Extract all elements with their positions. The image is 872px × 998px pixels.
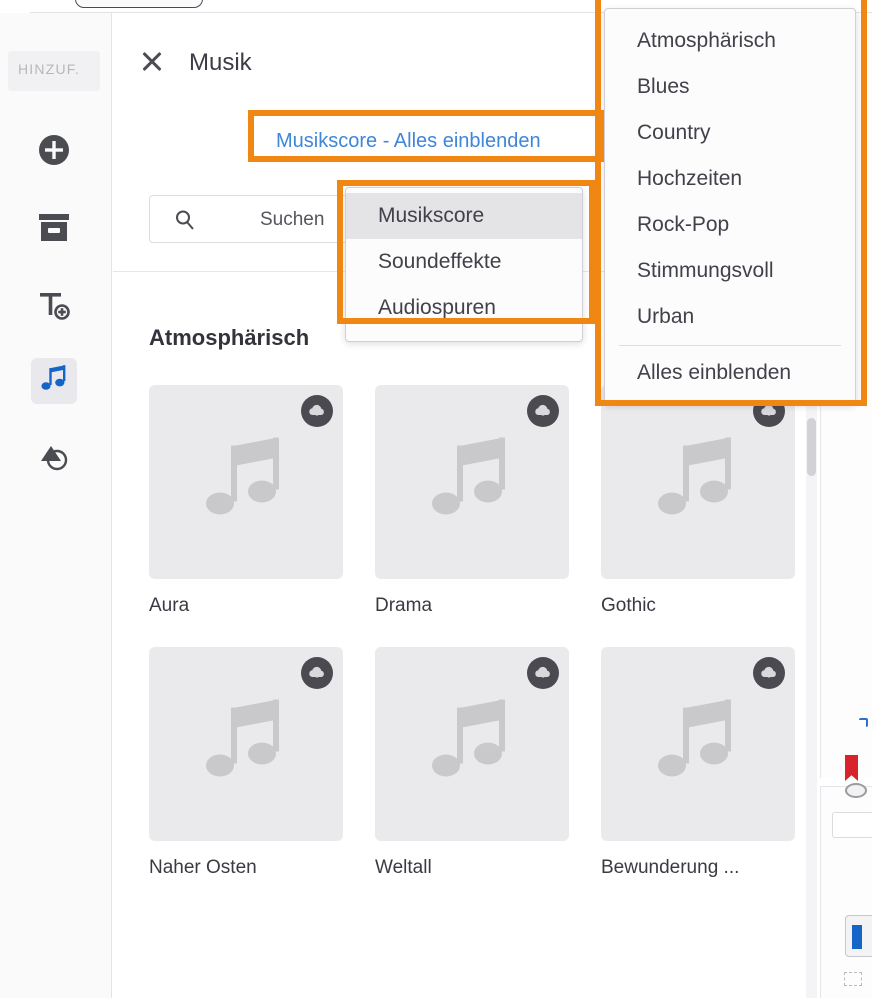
music-note-icon [650,694,746,795]
music-tile[interactable]: Naher Osten [149,647,343,879]
media-type-dropdown: Musikscore Soundeffekte Audiospuren [345,187,583,342]
background-playhead-button [845,915,872,957]
tile-thumbnail[interactable] [375,647,569,841]
music-note-icon [198,694,294,795]
music-tile[interactable]: Bewunderung ... [601,647,795,879]
menu-item-atmospharisch[interactable]: Atmosphärisch [605,18,855,64]
menu-item-country[interactable]: Country [605,110,855,156]
menu-item-blues[interactable]: Blues [605,64,855,110]
sidebar-add-label: HINZUF. [18,61,81,77]
music-tile[interactable]: Weltall [375,647,569,879]
menu-item-alles-einblenden[interactable]: Alles einblenden [605,350,855,396]
sidebar-item-media[interactable] [31,207,77,253]
music-tile-grid: Aura Drama Gothic Naher Osten Weltall Be… [149,385,809,909]
music-tile[interactable]: Gothic [601,385,795,617]
sidebar-item-text[interactable] [31,284,77,330]
cloud-download-icon[interactable] [301,395,333,427]
menu-item-soundeffekte[interactable]: Soundeffekte [346,239,582,285]
menu-item-musikscore[interactable]: Musikscore [346,193,582,239]
sidebar-item-transitions[interactable] [31,436,77,482]
tile-row: Naher Osten Weltall Bewunderung ... [149,647,809,879]
tile-thumbnail[interactable] [149,647,343,841]
cloud-download-icon[interactable] [527,395,559,427]
search-placeholder: Suchen [260,209,325,230]
tile-thumbnail[interactable] [601,647,795,841]
music-tile[interactable]: Aura [149,385,343,617]
tile-label: Aura [149,595,190,616]
app-window: HINZUF. Musik Musikscore - Alles einblen… [0,0,872,998]
left-icon-rail: HINZUF. [0,13,112,998]
cloud-download-icon[interactable] [753,657,785,689]
tile-label: Naher Osten [149,857,257,878]
music-note-icon [39,364,69,399]
sidebar-item-music[interactable] [31,358,77,404]
menu-separator [619,345,841,346]
cloud-download-icon[interactable] [527,657,559,689]
menu-item-hochzeiten[interactable]: Hochzeiten [605,156,855,202]
background-dashed-box [844,972,862,986]
music-note-icon [424,432,520,533]
tile-label: Gothic [601,595,656,616]
menu-item-urban[interactable]: Urban [605,294,855,340]
close-icon[interactable] [139,48,165,74]
menu-item-audiospuren[interactable]: Audiospuren [346,285,582,331]
menu-item-rock-pop[interactable]: Rock-Pop [605,202,855,248]
section-title: Atmosphärisch [149,325,310,350]
sidebar-item-add[interactable] [31,129,77,175]
category-dropdown: Atmosphärisch Blues Country Hochzeiten R… [604,8,856,405]
tile-thumbnail[interactable] [149,385,343,579]
cloud-download-icon[interactable] [301,657,333,689]
background-blue-marker-icon [859,718,868,727]
background-input-field [832,812,872,838]
page-title: Musik [189,49,252,76]
background-oval-icon [845,783,867,798]
tile-label: Bewunderung ... [601,857,740,878]
sidebar-add-label-chip: HINZUF. [8,51,100,91]
breadcrumb-filter-link[interactable]: Musikscore - Alles einblenden [276,130,594,153]
archive-box-icon [37,213,71,248]
transition-icon [38,443,70,476]
tile-label: Drama [375,595,433,616]
plus-circle-icon [37,133,71,172]
music-tile[interactable]: Drama [375,385,569,617]
panel-scrollbar-thumb[interactable] [807,418,816,476]
tile-thumbnail[interactable] [601,385,795,579]
tile-thumbnail[interactable] [375,385,569,579]
tile-label: Weltall [375,857,432,878]
music-note-icon [424,694,520,795]
background-tab-outline [75,0,203,8]
music-note-icon [650,432,746,533]
search-icon [174,209,194,230]
music-note-icon [198,432,294,533]
text-add-icon [37,289,71,326]
tile-row: Aura Drama Gothic [149,385,809,617]
menu-item-stimmungsvoll[interactable]: Stimmungsvoll [605,248,855,294]
